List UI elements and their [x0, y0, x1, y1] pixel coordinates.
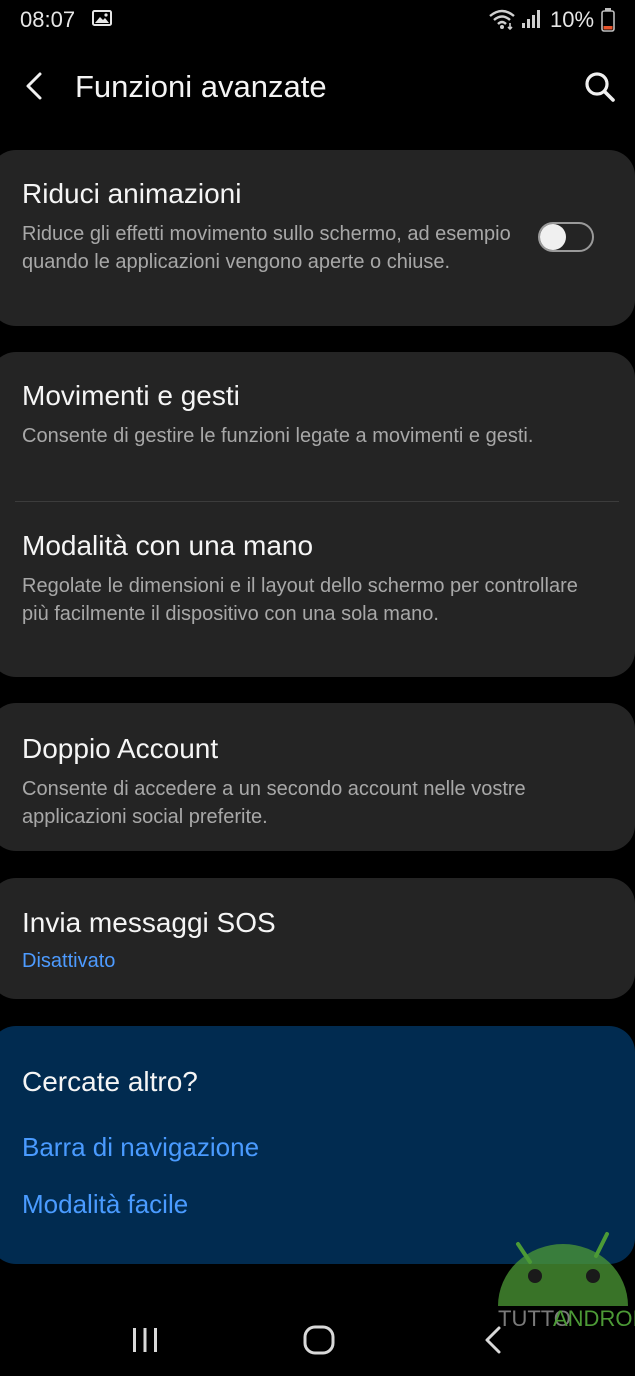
card-reduce-animations: Riduci animazioni Riduce gli effetti mov…	[0, 150, 635, 326]
chevron-left-icon[interactable]	[18, 68, 52, 104]
card-dual-account: Doppio Account Consente di accedere a un…	[0, 703, 635, 851]
setting-reduce-animations[interactable]: Riduci animazioni Riduce gli effetti mov…	[0, 150, 635, 326]
card-gestures: Movimenti e gesti Consente di gestire le…	[0, 352, 635, 677]
battery-icon	[601, 8, 615, 32]
setting-title: Movimenti e gesti	[22, 380, 240, 411]
card-sos: Invia messaggi SOS Disattivato	[0, 878, 635, 999]
setting-dual-account[interactable]: Doppio Account Consente di accedere a un…	[0, 703, 635, 851]
back-icon[interactable]	[480, 1324, 506, 1356]
setting-description: Regolate le dimensioni e il layout dello…	[22, 575, 578, 625]
status-time: 08:07	[20, 7, 76, 32]
reduce-animations-toggle[interactable]	[538, 222, 596, 254]
toggle-knob	[540, 224, 566, 250]
wifi-icon	[489, 9, 515, 30]
battery-percent: 10%	[550, 7, 595, 32]
setting-description: Riduce gli effetti movimento sullo scher…	[22, 223, 511, 273]
setting-title: Invia messaggi SOS	[22, 907, 276, 938]
sos-status: Disattivato	[22, 950, 116, 972]
navigation-bar	[0, 1304, 635, 1376]
recents-icon[interactable]	[130, 1326, 160, 1354]
link-navigation-bar[interactable]: Barra di navigazione	[22, 1132, 259, 1163]
search-icon[interactable]	[580, 67, 620, 107]
setting-title: Modalità con una mano	[22, 530, 314, 561]
signal-icon	[522, 10, 540, 28]
setting-title: Riduci animazioni	[22, 178, 242, 209]
home-icon[interactable]	[302, 1324, 336, 1356]
setting-motions-gestures[interactable]: Movimenti e gesti Consente di gestire le…	[0, 352, 635, 500]
page-title: Funzioni avanzate	[75, 69, 327, 104]
gallery-icon	[92, 10, 112, 26]
app-bar: Funzioni avanzate	[0, 52, 635, 122]
setting-description: Consente di gestire le funzioni legate a…	[22, 425, 534, 447]
link-easy-mode[interactable]: Modalità facile	[22, 1189, 188, 1220]
setting-description: Consente di accedere a un secondo accoun…	[22, 778, 526, 828]
status-bar: 08:07 10%	[0, 0, 635, 40]
looking-for-more-title: Cercate altro?	[22, 1066, 198, 1097]
setting-sos-messages[interactable]: Invia messaggi SOS Disattivato	[0, 878, 635, 999]
setting-title: Doppio Account	[22, 733, 219, 764]
setting-one-hand-mode[interactable]: Modalità con una mano Regolate le dimens…	[0, 502, 635, 677]
